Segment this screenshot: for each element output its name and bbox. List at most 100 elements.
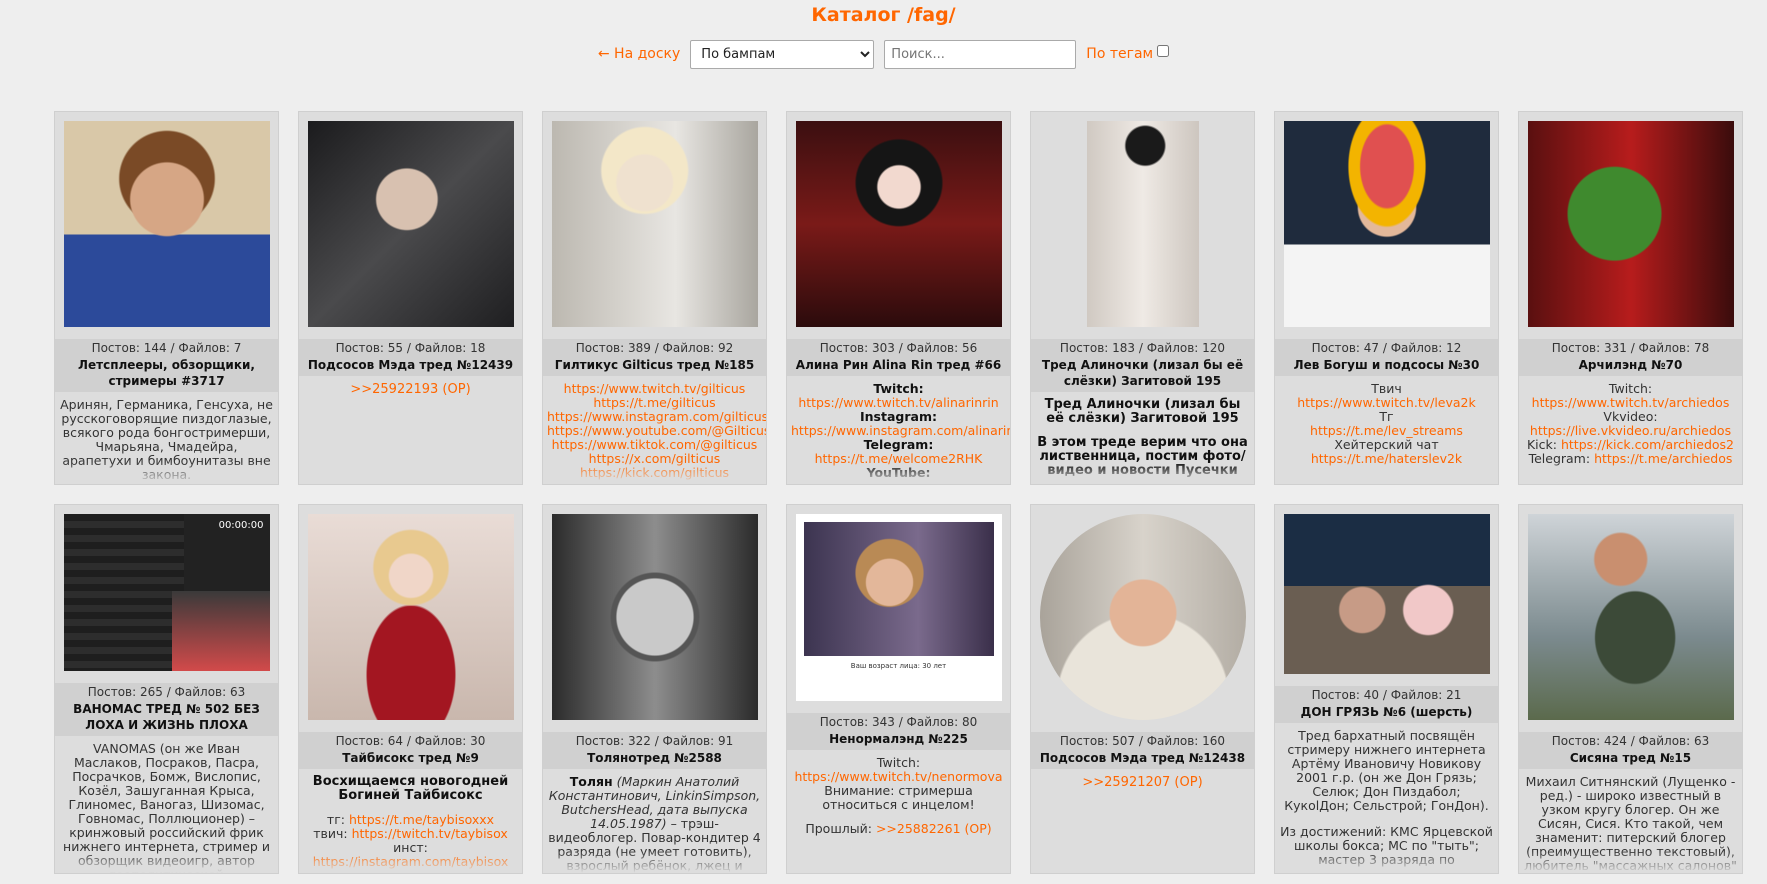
thread-thumbnail[interactable] [1527,514,1734,720]
thread-card[interactable]: 00:00:00 Постов: 265 / Файлов: 63 ВАНОМА… [54,504,279,874]
link[interactable]: https://t.me/welcome2RHK [791,452,1006,466]
thread-body: Twitch: https://www.twitch.tv/nenormova … [787,750,1010,873]
label: Twitch: [1608,381,1653,396]
label: Vkvideo: [1603,409,1658,424]
link[interactable]: https://www.youtube.com/@Gilticus [547,424,766,438]
thread-card[interactable]: Постов: 40 / Файлов: 21 ДОН ГРЯЗЬ №6 (ше… [1274,504,1499,874]
tags-toggle[interactable]: По тегам [1086,45,1170,63]
thread-card[interactable]: Постов: 64 / Файлов: 30 Тайбисокс тред №… [298,504,523,874]
thread-title: ДОН ГРЯЗЬ №6 (шерсть) [1275,703,1498,723]
thread-title: Лев Богуш и подсосы №30 [1275,356,1498,376]
thread-card[interactable]: Постов: 55 / Файлов: 18 Подсосов Мэда тр… [298,111,523,485]
search-input[interactable] [884,39,1077,69]
link[interactable]: https://kick.com/gilticus [547,466,762,480]
thread-card[interactable]: Постов: 303 / Файлов: 56 Алина Рин Alina… [786,111,1011,485]
link[interactable]: https://www.twitch.tv/alinarinrin [791,396,1006,410]
thread-thumbnail[interactable] [307,121,514,327]
thread-stats: Постов: 424 / Файлов: 63 [1519,732,1742,749]
thread-body: Михаил Ситнянский (Лущенко - ред.) - шир… [1519,769,1742,873]
link[interactable]: https://t.me/taybisoxxx [349,812,494,827]
label: инст: [393,840,428,855]
thread-body: VANOMAS (он же Иван Маслаков, Посраков, … [55,736,278,873]
label: твич: [313,826,348,841]
link[interactable]: https://t.me/lev_streams [1279,424,1494,438]
video-frame [803,522,994,656]
thread-text: Из достижений: КМС Ярцевской школы бокса… [1280,824,1493,867]
colon: : [928,437,934,452]
thread-thumbnail[interactable]: 00:00:00 [63,514,270,671]
op-link[interactable]: >>25921207 (OP) [1082,775,1202,790]
thread-thumbnail[interactable] [63,121,270,327]
link[interactable]: https://instagram.com/taybisox [303,855,518,869]
label: Хейтерский чат [1334,437,1439,452]
thread-stats: Постов: 47 / Файлов: 12 [1275,339,1498,356]
op-link[interactable]: >>25882261 (OP) [876,821,992,836]
link[interactable]: https://live.vkvideo.ru/archiedos [1523,424,1738,438]
link[interactable]: https://t.me/gilticus [547,396,762,410]
warning-text: Внимание: стримерша относиться с инцелом… [822,783,975,812]
thread-thumbnail[interactable] [307,514,514,720]
thread-text: Тред бархатный посвящён стримеру нижнего… [1284,728,1489,813]
thread-thumbnail[interactable] [551,121,758,327]
thread-thumbnail[interactable] [1039,514,1246,720]
link-row: твич: https://twitch.tv/taybisox [303,827,518,841]
label: Twitch: [876,755,921,770]
thread-thumbnail[interactable] [1283,121,1490,327]
thread-title: ВАНОМАС ТРЕД № 502 БЕЗ ЛОХА И ЖИЗНЬ ПЛОХ… [55,700,278,736]
thread-body: Twitch: https://www.twitch.tv/archiedos … [1519,376,1742,484]
tags-checkbox[interactable] [1157,45,1170,57]
thread-card[interactable]: Постов: 144 / Файлов: 7 Летсплееры, обзо… [54,111,279,485]
thread-card[interactable]: Постов: 47 / Файлов: 12 Лев Богуш и подс… [1274,111,1499,485]
thread-title: Летсплееры, обзорщики, стримеры #3717 [55,356,278,392]
thread-thumbnail[interactable] [1527,121,1734,327]
thread-card[interactable]: Постов: 507 / Файлов: 160 Подсосов Мэда … [1030,504,1255,874]
op-link[interactable]: >>25922193 (OP) [350,382,470,397]
link[interactable]: https://www.twitch.tv/nenormova [791,770,1006,784]
link[interactable]: https://www.twitch.tv/leva2k [1279,396,1494,410]
link[interactable]: https://www.twitch.tv/gilticus [547,382,762,396]
screen-list-graphic [63,514,184,671]
link[interactable]: https://www.instagram.com/alinarin [791,424,1010,438]
link[interactable]: https://x.com/gilticus [547,452,762,466]
link[interactable]: https://t.me/archiedos [1594,451,1732,466]
video-caption: Ваш возраст лица: 30 лет [850,662,947,670]
back-to-board-link[interactable]: ← На доску [598,46,680,62]
thread-title: Тайбисокс тред №9 [299,749,522,769]
colon: : [931,409,937,424]
thread-thumbnail[interactable] [795,121,1002,327]
thread-thumbnail[interactable] [1283,514,1490,674]
thread-thumbnail[interactable] [551,514,758,720]
thread-text: В этом треде верим что она лиственница, … [1037,435,1248,478]
thread-stats: Постов: 343 / Файлов: 80 [787,713,1010,730]
thread-card[interactable]: Постов: 322 / Файлов: 91 Толянотред №258… [542,504,767,874]
link[interactable]: https://twitch.tv/taybisox [352,826,508,841]
webcam-graphic [171,591,270,671]
thread-thumbnail[interactable]: Ваш возраст лица: 30 лет [795,514,1002,701]
link[interactable]: https://kick.com/archiedos2 [1561,437,1734,452]
label: Twitch [873,381,919,396]
link[interactable]: https://www.tiktok.com/@gilticus [547,438,762,452]
thread-title: Подсосов Мэда тред №12439 [299,356,522,376]
link[interactable]: https://www.instagram.com/gilticus [547,410,766,424]
thread-card[interactable]: Постов: 331 / Файлов: 78 Арчилэнд №70 Tw… [1518,111,1743,485]
thread-card[interactable]: Постов: 389 / Файлов: 92 Гилтикус Giltic… [542,111,767,485]
thread-text: Михаил Ситнянский (Лущенко - ред.) - шир… [1524,774,1737,873]
thread-stats: Постов: 389 / Файлов: 92 [543,339,766,356]
thread-stats: Постов: 55 / Файлов: 18 [299,339,522,356]
thread-card[interactable]: Постов: 424 / Файлов: 63 Сисяна тред №15… [1518,504,1743,874]
label: Instagram [860,409,932,424]
thread-title: Ненормалэнд №225 [787,730,1010,750]
thread-card[interactable]: Ваш возраст лица: 30 лет Постов: 343 / Ф… [786,504,1011,874]
thread-stats: Постов: 507 / Файлов: 160 [1031,732,1254,749]
circle-photo [1039,514,1246,720]
thread-title: Гилтикус Gilticus тред №185 [543,356,766,376]
thread-card[interactable]: Постов: 183 / Файлов: 120 Тред Алиночки … [1030,111,1255,485]
link[interactable]: https://t.me/haterslev2k [1279,452,1494,466]
thread-stats: Постов: 331 / Файлов: 78 [1519,339,1742,356]
sort-select[interactable]: По бампам [690,39,875,69]
thread-thumbnail[interactable] [1086,121,1199,327]
thread-text: Аринян, Германика, Генсуха, не русскогов… [60,397,273,482]
link[interactable]: https://www.twitch.tv/archiedos [1523,396,1738,410]
thread-title: Подсосов Мэда тред №12438 [1031,749,1254,769]
thread-title: Алина Рин Alina Rin тред #66 [787,356,1010,376]
